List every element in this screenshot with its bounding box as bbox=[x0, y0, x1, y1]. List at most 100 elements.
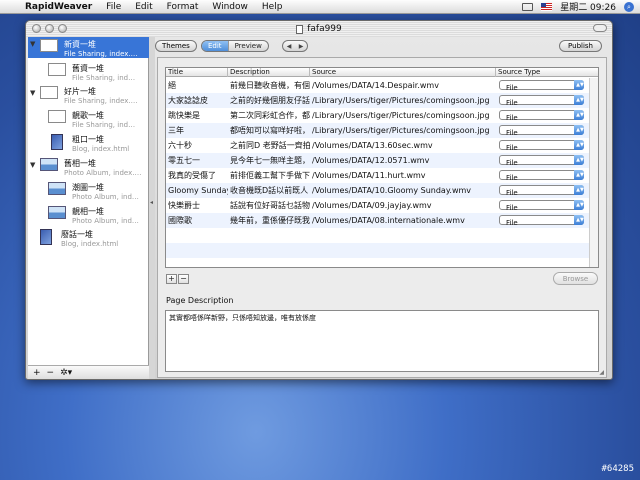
document-window: fafa999 ▼ 新資一堆 File Sharing, index.… 舊資一… bbox=[25, 20, 613, 380]
table-header: Title Description Source Source Type bbox=[166, 68, 598, 77]
table-row[interactable]: 零五七一 見今年七一無咩主題，/Volumes/DATA/12.0571.wmv F… bbox=[166, 153, 598, 168]
action-menu-gear-icon[interactable]: ✲▾ bbox=[60, 368, 72, 378]
page-type: File Sharing, index.… bbox=[64, 97, 138, 105]
page-type: File Sharing, ind… bbox=[72, 74, 136, 82]
column-header-source[interactable]: Source bbox=[310, 68, 496, 77]
window-controls bbox=[32, 24, 67, 33]
photo-album-page-icon bbox=[48, 182, 66, 195]
column-header-title[interactable]: Title bbox=[166, 68, 228, 77]
table-row[interactable]: 快樂爵士 話說有位好哥話乜話物/Volumes/DATA/09.jayjay.wm… bbox=[166, 198, 598, 213]
source-type-select[interactable]: File ▲▼ bbox=[499, 95, 584, 107]
cell-source: /Volumes/DATA/08.internationale.wmv bbox=[312, 216, 465, 225]
cell-source: /Volumes/DATA/14.Despair.wmv bbox=[312, 81, 439, 90]
cell-description: 之前同D 老野話一齊拍 bbox=[230, 141, 310, 150]
menu-help[interactable]: Help bbox=[255, 2, 290, 12]
table-row[interactable]: 絕 前幾日聽收音機，有個/Volumes/DATA/14.Despair.wmv F… bbox=[166, 78, 598, 93]
row-add-remove: + − bbox=[166, 274, 189, 284]
resize-grip-icon[interactable]: ◢ bbox=[599, 369, 604, 376]
document-icon[interactable] bbox=[296, 24, 304, 34]
source-type-select[interactable]: File ▲▼ bbox=[499, 140, 584, 152]
table-body: 絕 前幾日聽收音機，有個/Volumes/DATA/14.Despair.wmv F… bbox=[166, 78, 598, 267]
source-type-select[interactable]: File ▲▼ bbox=[499, 170, 584, 182]
spotlight-icon[interactable]: ⌕ bbox=[624, 1, 634, 12]
page-item-1[interactable]: 舊資一堆 File Sharing, ind… bbox=[48, 63, 135, 82]
browse-button[interactable]: Browse bbox=[553, 272, 598, 285]
tab-preview[interactable]: Preview bbox=[229, 41, 268, 51]
disclosure-triangle-icon[interactable]: ▼ bbox=[30, 161, 35, 169]
select-arrows-icon: ▲▼ bbox=[574, 215, 584, 225]
page-description-field[interactable]: 其實都唔係咩新野，只係唔知放邊，唯有放係度 bbox=[165, 310, 599, 372]
cell-description: 第二次同彩虹合作，都 bbox=[230, 111, 310, 120]
window-titlebar[interactable]: fafa999 bbox=[26, 21, 612, 37]
disclosure-triangle-icon[interactable]: ▼ bbox=[30, 40, 35, 48]
menu-clock[interactable]: 星期二 09:26 bbox=[560, 0, 616, 13]
splitter-handle-icon: ◂ bbox=[150, 199, 154, 206]
column-header-source-type[interactable]: Source Type bbox=[496, 68, 598, 77]
page-item-6[interactable]: 潮圖一堆 Photo Album, ind… bbox=[48, 182, 139, 201]
menu-format[interactable]: Format bbox=[160, 2, 206, 12]
table-row[interactable]: 跳快樂是 第二次同彩虹合作，都/Library/Users/tiger/Pictu… bbox=[166, 108, 598, 123]
column-header-description[interactable]: Description bbox=[228, 68, 310, 77]
add-file-button[interactable]: + bbox=[166, 274, 177, 284]
page-type: File Sharing, ind… bbox=[72, 121, 136, 129]
menu-extras: 星期二 09:26 ⌕ bbox=[522, 0, 640, 13]
source-type-select[interactable]: File ▲▼ bbox=[499, 215, 584, 227]
table-row[interactable]: 大家諗諗皮 之前的好幾個朋友仔話/Library/Users/tiger/Pict… bbox=[166, 93, 598, 108]
cell-source: /Library/Users/tiger/Pictures/comingsoon… bbox=[312, 126, 490, 135]
source-type-select[interactable]: File ▲▼ bbox=[499, 80, 584, 92]
cell-source: /Volumes/DATA/09.jayjay.wmv bbox=[312, 201, 432, 210]
publish-button[interactable]: Publish bbox=[559, 40, 602, 52]
display-icon[interactable] bbox=[522, 2, 534, 11]
menu-edit[interactable]: Edit bbox=[128, 2, 159, 12]
remove-file-button[interactable]: − bbox=[178, 274, 189, 284]
table-row[interactable]: Gloomy Sunday 收音機既D話以前既人/Volumes/DATA/10.… bbox=[166, 183, 598, 198]
sidebar-splitter[interactable]: ◂ bbox=[149, 37, 155, 379]
tab-edit[interactable]: Edit bbox=[202, 41, 229, 51]
source-type-select[interactable]: File ▲▼ bbox=[499, 155, 584, 167]
file-sharing-page-icon bbox=[48, 63, 66, 76]
cell-description: 話說有位好哥話乜話物 bbox=[230, 201, 310, 210]
page-name: 好片一堆 bbox=[64, 87, 96, 96]
close-button[interactable] bbox=[32, 24, 41, 33]
minimize-button[interactable] bbox=[45, 24, 54, 33]
back-arrow-icon[interactable]: ◀ bbox=[287, 43, 292, 50]
add-page-button[interactable]: + bbox=[33, 368, 41, 378]
page-list-sidebar: ▼ 新資一堆 File Sharing, index.… 舊資一堆 File S… bbox=[28, 37, 149, 379]
themes-button[interactable]: Themes bbox=[155, 40, 197, 52]
page-type: Photo Album, ind… bbox=[72, 217, 139, 225]
page-item-8[interactable]: 廢話一堆 Blog, index.html bbox=[37, 229, 118, 248]
cell-title: 零五七一 bbox=[168, 156, 200, 165]
disclosure-triangle-icon[interactable]: ▼ bbox=[30, 89, 35, 97]
toolbar-toggle-button[interactable] bbox=[593, 24, 607, 32]
page-type: File Sharing, index.… bbox=[64, 50, 138, 58]
table-row[interactable]: 國際歌 幾年前，重係優仔既我/Volumes/DATA/08.internatio… bbox=[166, 213, 598, 228]
page-description-label: Page Description bbox=[166, 296, 234, 305]
source-type-select[interactable]: File ▲▼ bbox=[499, 125, 584, 137]
page-item-2[interactable]: ▼ 好片一堆 File Sharing, index.… bbox=[30, 86, 138, 105]
table-row[interactable]: 我真的受傷了 前排佢義工幫下手做下/Volumes/DATA/11.hurt.wm… bbox=[166, 168, 598, 183]
page-item-5[interactable]: ▼ 舊相一堆 Photo Album, index.… bbox=[30, 158, 141, 177]
select-arrows-icon: ▲▼ bbox=[574, 185, 584, 195]
select-arrows-icon: ▲▼ bbox=[574, 110, 584, 120]
cell-description: 前排佢義工幫下手做下 bbox=[230, 171, 310, 180]
table-row[interactable]: 三年 都唔知可以寫咩好啦，/Library/Users/tiger/Picture… bbox=[166, 123, 598, 138]
source-type-select[interactable]: File ▲▼ bbox=[499, 200, 584, 212]
forward-arrow-icon[interactable]: ▶ bbox=[299, 43, 304, 50]
source-type-select[interactable]: File ▲▼ bbox=[499, 185, 584, 197]
menu-file[interactable]: File bbox=[99, 2, 128, 12]
zoom-button[interactable] bbox=[58, 24, 67, 33]
source-type-select[interactable]: File ▲▼ bbox=[499, 110, 584, 122]
remove-page-button[interactable]: − bbox=[47, 368, 55, 378]
cell-source: /Library/Users/tiger/Pictures/comingsoon… bbox=[312, 96, 490, 105]
menu-rapidweaver[interactable]: RapidWeaver bbox=[18, 2, 99, 12]
page-item-0[interactable]: ▼ 新資一堆 File Sharing, index.… bbox=[28, 37, 149, 58]
page-item-4[interactable]: 粗口一堆 Blog, index.html bbox=[48, 134, 129, 153]
menu-window[interactable]: Window bbox=[205, 2, 255, 12]
table-scrollbar[interactable] bbox=[589, 78, 598, 267]
table-row[interactable]: 六十秒 之前同D 老野話一齊拍/Volumes/DATA/13.60sec.wmv… bbox=[166, 138, 598, 153]
photo-album-page-icon bbox=[40, 158, 58, 171]
page-item-3[interactable]: 靚歌一堆 File Sharing, ind… bbox=[48, 110, 135, 129]
input-menu-flag-icon[interactable] bbox=[541, 2, 553, 11]
empty-row bbox=[166, 258, 598, 267]
page-item-7[interactable]: 靚相一堆 Photo Album, ind… bbox=[48, 206, 139, 225]
